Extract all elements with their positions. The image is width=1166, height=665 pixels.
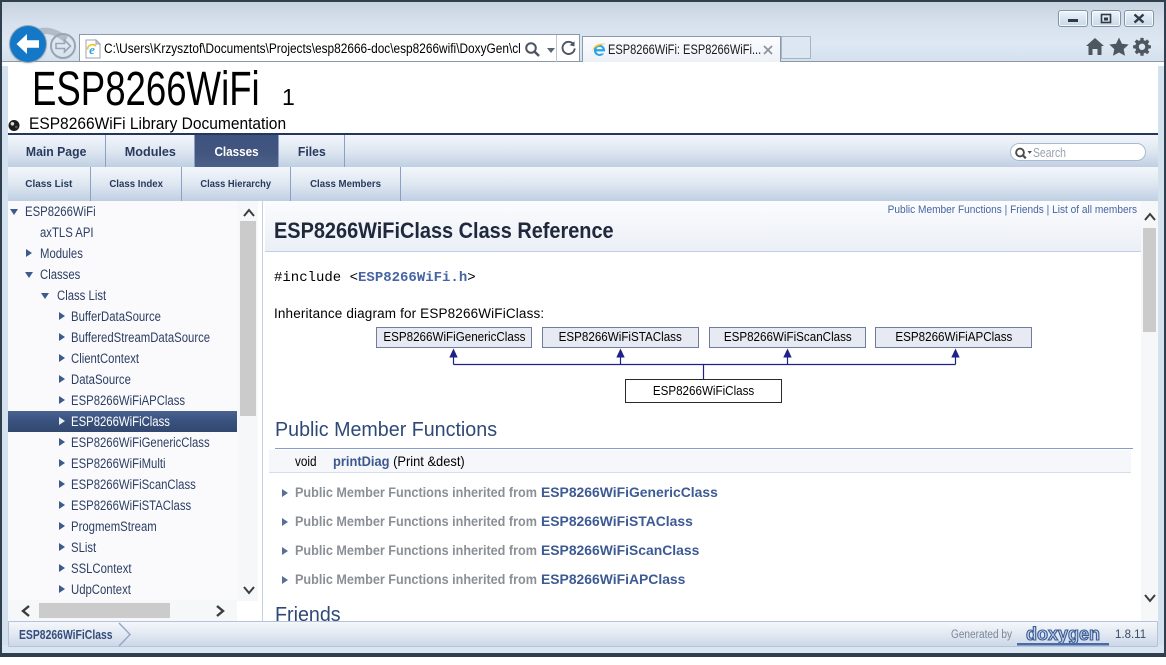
svg-text:doxygen: doxygen bbox=[1026, 624, 1100, 644]
